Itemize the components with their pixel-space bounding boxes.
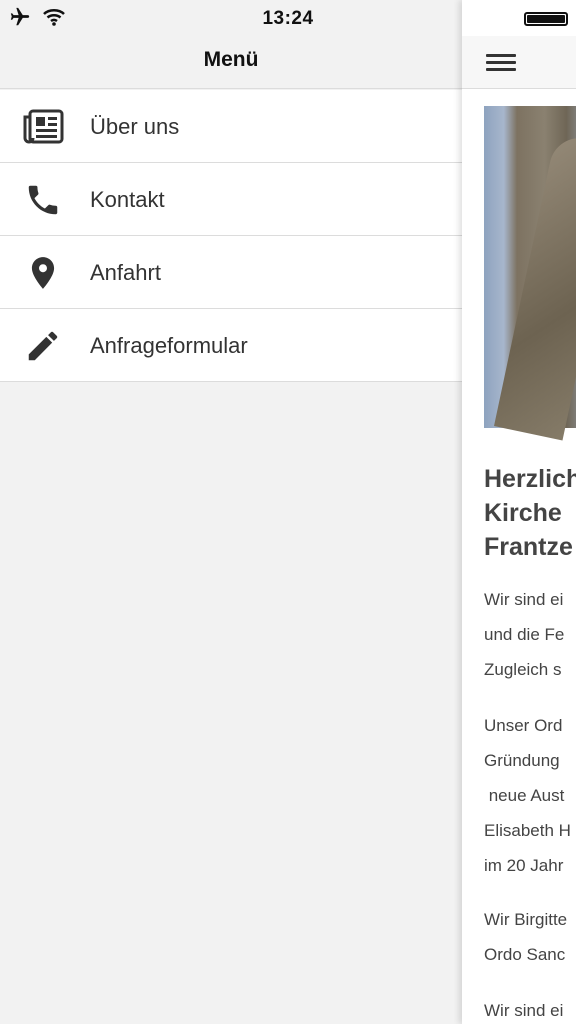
menu-item-anfahrt[interactable]: Anfahrt <box>0 236 462 309</box>
status-bar: 13:24 <box>0 0 576 36</box>
content-panel[interactable]: Herzlich Kirche Frantze Wir sind ei und … <box>462 0 576 1024</box>
menu-item-label: Über uns <box>90 114 180 139</box>
menu-list: Über uns Kontakt Anfahrt Anfrageformular <box>0 90 462 382</box>
paragraph-3: Wir Birgitte Ordo Sanc <box>484 910 568 964</box>
article-title: Herzlich Kirche Frantze <box>484 465 576 561</box>
menu-drawer: Menü Über uns Kontakt Anfahrt Anfragefor… <box>0 0 462 1024</box>
hamburger-icon[interactable] <box>486 46 520 74</box>
paragraph-2: Unser Ord Gründung neue Aust Elisabeth H… <box>484 716 571 875</box>
status-time: 13:24 <box>262 8 314 29</box>
drawer-title: Menü <box>203 48 259 71</box>
menu-item-label: Anfahrt <box>90 260 161 285</box>
content-header <box>462 36 576 89</box>
menu-item-label: Anfrageformular <box>90 333 248 358</box>
drawer-header: Menü <box>0 36 462 89</box>
pencil-icon <box>20 323 66 369</box>
menu-item-ueber-uns[interactable]: Über uns <box>0 90 462 163</box>
hero-image <box>484 106 576 441</box>
battery-icon <box>524 12 568 26</box>
paragraph-4: Wir sind ei <box>484 1001 564 1020</box>
paragraph-1: Wir sind ei und die Fe Zugleich s <box>484 590 565 679</box>
phone-icon <box>20 177 66 223</box>
map-pin-icon <box>20 250 66 296</box>
menu-item-kontakt[interactable]: Kontakt <box>0 163 462 236</box>
newspaper-icon <box>20 104 66 150</box>
menu-item-label: Kontakt <box>90 187 165 212</box>
menu-item-anfrageformular[interactable]: Anfrageformular <box>0 309 462 382</box>
